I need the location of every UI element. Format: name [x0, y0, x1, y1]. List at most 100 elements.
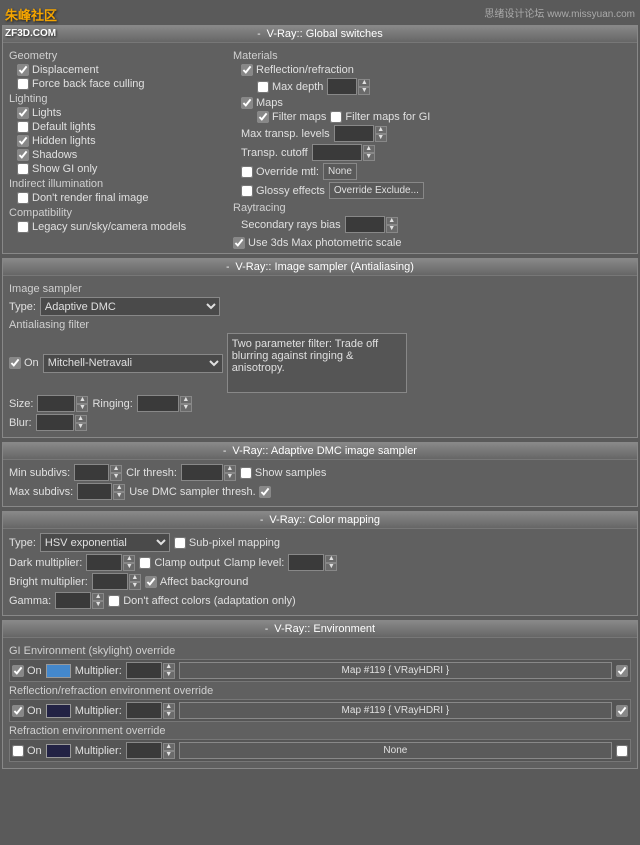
- bright-mult-up[interactable]: ▲: [129, 574, 141, 582]
- dont-affect-check[interactable]: Don't affect colors (adaptation only): [108, 595, 296, 607]
- gi-color-swatch[interactable]: [46, 664, 71, 678]
- gi-map-btn[interactable]: Map #119 { VRayHDRI }: [179, 662, 612, 679]
- show-gi-checkbox[interactable]: [17, 163, 29, 175]
- is-type-select[interactable]: Adaptive DMC: [40, 297, 220, 316]
- refl-mult-up[interactable]: ▲: [163, 703, 175, 711]
- secondary-rays-up[interactable]: ▲: [386, 217, 398, 225]
- dont-affect-checkbox[interactable]: [108, 595, 120, 607]
- legacy-sun-checkbox[interactable]: [17, 221, 29, 233]
- use-3ds-check[interactable]: Use 3ds Max photometric scale: [233, 237, 631, 249]
- clamp-output-check[interactable]: Clamp output: [139, 557, 219, 569]
- clamp-level-spinner[interactable]: 1,0 ▲ ▼: [288, 554, 337, 571]
- refl-mult-input[interactable]: 1,0: [126, 702, 162, 719]
- dark-mult-down[interactable]: ▼: [123, 563, 135, 571]
- collapse-btn[interactable]: -: [257, 29, 260, 40]
- filter-maps-check[interactable]: Filter maps: [257, 111, 326, 123]
- max-transp-spinner[interactable]: 50 ▲ ▼: [334, 125, 387, 142]
- max-depth-checkbox[interactable]: [257, 81, 269, 93]
- reflection-checkbox[interactable]: [241, 64, 253, 76]
- hidden-lights-checkbox[interactable]: [17, 135, 29, 147]
- env-collapse-btn[interactable]: -: [265, 624, 268, 635]
- clamp-level-up[interactable]: ▲: [325, 555, 337, 563]
- aa-size-down[interactable]: ▼: [76, 404, 88, 412]
- force-back-checkbox[interactable]: [17, 78, 29, 90]
- cm-type-select[interactable]: HSV exponential: [40, 533, 170, 552]
- aa-ringing-down[interactable]: ▼: [180, 404, 192, 412]
- aa-blur-down[interactable]: ▼: [75, 423, 87, 431]
- lights-check[interactable]: Lights: [17, 107, 61, 119]
- secondary-rays-down[interactable]: ▼: [386, 225, 398, 233]
- maps-checkbox[interactable]: [241, 97, 253, 109]
- min-subdivs-down[interactable]: ▼: [110, 473, 122, 481]
- override-mtl-btn[interactable]: None: [323, 163, 357, 180]
- gi-mult-up[interactable]: ▲: [163, 663, 175, 671]
- sub-pixel-check[interactable]: Sub-pixel mapping: [174, 537, 280, 549]
- clr-thresh-up[interactable]: ▲: [224, 465, 236, 473]
- hidden-lights-check[interactable]: Hidden lights: [17, 135, 96, 147]
- clamp-output-checkbox[interactable]: [139, 557, 151, 569]
- default-lights-check[interactable]: Default lights: [17, 121, 96, 133]
- refr-mult-down[interactable]: ▼: [163, 751, 175, 759]
- glossy-override-btn[interactable]: Override Exclude...: [329, 182, 424, 199]
- override-mtl-checkbox[interactable]: [241, 166, 253, 178]
- secondary-rays-spinner[interactable]: 0,0 ▲ ▼: [345, 216, 398, 233]
- displacement-check[interactable]: Displacement: [17, 64, 99, 76]
- gi-mult-down[interactable]: ▼: [163, 671, 175, 679]
- max-transp-up[interactable]: ▲: [375, 126, 387, 134]
- refr-map-btn[interactable]: None: [179, 742, 612, 759]
- glossy-checkbox[interactable]: [241, 185, 253, 197]
- clr-thresh-down[interactable]: ▼: [224, 473, 236, 481]
- dark-mult-input[interactable]: 1,0: [86, 554, 122, 571]
- transp-cutoff-up[interactable]: ▲: [363, 145, 375, 153]
- max-subdivs-up[interactable]: ▲: [113, 484, 125, 492]
- gamma-up[interactable]: ▲: [92, 593, 104, 601]
- filter-maps-gi-checkbox[interactable]: [330, 111, 342, 123]
- max-depth-down[interactable]: ▼: [358, 87, 370, 95]
- dont-render-checkbox[interactable]: [17, 192, 29, 204]
- show-samples-checkbox[interactable]: [240, 467, 252, 479]
- sub-pixel-checkbox[interactable]: [174, 537, 186, 549]
- displacement-checkbox[interactable]: [17, 64, 29, 76]
- force-back-check[interactable]: Force back face culling: [17, 78, 145, 90]
- legacy-sun-check[interactable]: Legacy sun/sky/camera models: [17, 221, 186, 233]
- max-subdivs-down[interactable]: ▼: [113, 492, 125, 500]
- gamma-spinner[interactable]: 1,2 ▲ ▼: [55, 592, 104, 609]
- use-dmc-check[interactable]: Use DMC sampler thresh.: [129, 486, 271, 498]
- default-lights-checkbox[interactable]: [17, 121, 29, 133]
- max-subdivs-input[interactable]: 4: [77, 483, 112, 500]
- show-samples-check[interactable]: Show samples: [240, 467, 327, 479]
- gamma-input[interactable]: 1,2: [55, 592, 91, 609]
- maps-check[interactable]: Maps: [241, 97, 283, 109]
- min-subdivs-spinner[interactable]: 1 ▲ ▼: [74, 464, 122, 481]
- max-transp-input[interactable]: 50: [334, 125, 374, 142]
- refl-on-checkbox[interactable]: [12, 705, 24, 717]
- dark-mult-spinner[interactable]: 1,0 ▲ ▼: [86, 554, 135, 571]
- transp-cutoff-spinner[interactable]: 0,001 ▲ ▼: [312, 144, 375, 161]
- clamp-level-input[interactable]: 1,0: [288, 554, 324, 571]
- cm-collapse-btn[interactable]: -: [260, 515, 263, 526]
- clamp-level-down[interactable]: ▼: [325, 563, 337, 571]
- max-depth-input[interactable]: 2: [327, 78, 357, 95]
- refl-color-swatch[interactable]: [46, 704, 71, 718]
- aa-size-input[interactable]: 4,0: [37, 395, 75, 412]
- clr-thresh-input[interactable]: 0,01: [181, 464, 223, 481]
- aa-size-spinner[interactable]: 4,0 ▲ ▼: [37, 395, 88, 412]
- refl-mult-spinner[interactable]: 1,0 ▲ ▼: [126, 702, 175, 719]
- gi-on-check[interactable]: On: [12, 665, 42, 677]
- gamma-down[interactable]: ▼: [92, 601, 104, 609]
- max-depth-spinner[interactable]: 2 ▲ ▼: [327, 78, 370, 95]
- refr-on-check[interactable]: On: [12, 745, 42, 757]
- lights-checkbox[interactable]: [17, 107, 29, 119]
- refr-on-checkbox[interactable]: [12, 745, 24, 757]
- use-dmc-checkbox[interactable]: [259, 486, 271, 498]
- filter-maps-checkbox[interactable]: [257, 111, 269, 123]
- is-collapse-btn[interactable]: -: [226, 262, 229, 273]
- refr-mult-up[interactable]: ▲: [163, 743, 175, 751]
- transp-cutoff-down[interactable]: ▼: [363, 153, 375, 161]
- transp-cutoff-input[interactable]: 0,001: [312, 144, 362, 161]
- aa-blur-spinner[interactable]: 0,333 ▲ ▼: [36, 414, 87, 431]
- clr-thresh-spinner[interactable]: 0,01 ▲ ▼: [181, 464, 236, 481]
- aa-ringing-input[interactable]: 0,333: [137, 395, 179, 412]
- refl-mult-down[interactable]: ▼: [163, 711, 175, 719]
- max-depth-up[interactable]: ▲: [358, 79, 370, 87]
